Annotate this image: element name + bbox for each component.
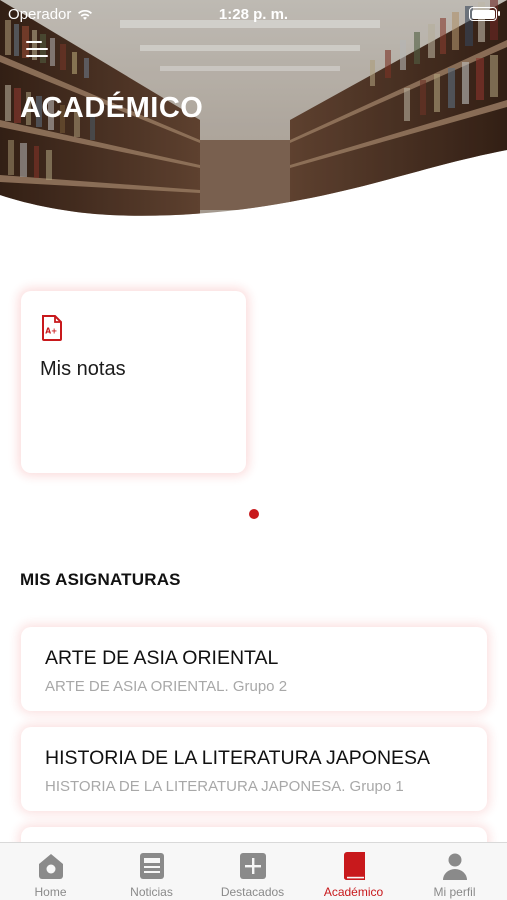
subject-name: ARTE DE ASIA ORIENTAL	[45, 647, 279, 669]
subject-group: ARTE DE ASIA ORIENTAL. Grupo 2	[45, 678, 288, 695]
user-icon	[442, 853, 467, 880]
subject-item[interactable]: ARTE DE ASIA ORIENTAL ARTE DE ASIA ORIEN…	[21, 627, 487, 711]
tab-home[interactable]: Home	[0, 843, 101, 900]
tab-label: Mi perfil	[433, 885, 476, 899]
plus-square-icon	[239, 853, 266, 879]
status-bar: Operador 1:28 p. m.	[0, 0, 507, 28]
carousel-page-indicator	[249, 509, 259, 519]
news-icon	[139, 853, 164, 879]
status-time: 1:28 p. m.	[218, 6, 289, 23]
tab-label: Home	[34, 885, 67, 899]
card-label: Mis notas	[40, 358, 126, 380]
tab-noticias[interactable]: Noticias	[101, 843, 202, 900]
page-title: ACADÉMICO	[20, 92, 204, 124]
subject-name: HISTORIA DE LA LITERATURA JAPONESA	[45, 747, 431, 769]
card-mis-notas[interactable]: A+ Mis notas	[21, 291, 246, 473]
subject-group: HISTORIA DE LA LITERATURA JAPONESA. Grup…	[45, 778, 404, 795]
tab-bar: Home Noticias Destacados Académico Mi pe…	[0, 842, 507, 900]
tab-label: Académico	[323, 885, 384, 899]
tab-label: Noticias	[130, 885, 173, 899]
tab-label: Destacados	[220, 885, 285, 899]
battery-icon	[469, 7, 500, 21]
menu-icon[interactable]	[26, 38, 52, 60]
grade-a-plus-icon: A+	[42, 315, 62, 341]
tab-destacados[interactable]: Destacados	[202, 843, 303, 900]
tab-mi-perfil[interactable]: Mi perfil	[404, 843, 505, 900]
home-icon	[38, 854, 63, 879]
book-icon	[343, 852, 365, 881]
tab-academico[interactable]: Académico	[303, 843, 404, 900]
subject-item[interactable]: HISTORIA DE LA LITERATURA JAPONESA HISTO…	[21, 727, 487, 811]
svg-text:A+: A+	[45, 327, 57, 336]
section-title: MIS ASIGNATURAS	[20, 570, 181, 589]
